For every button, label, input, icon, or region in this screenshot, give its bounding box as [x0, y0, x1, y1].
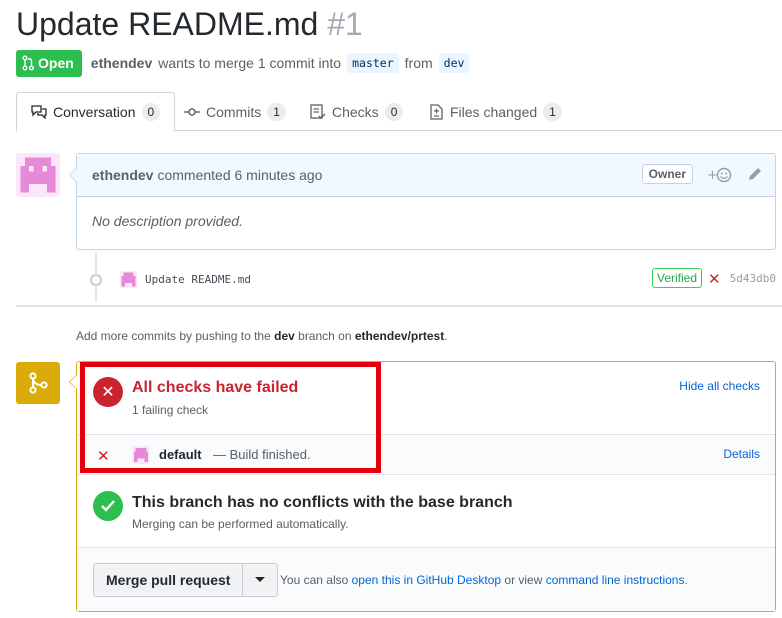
timeline-divider: [16, 305, 782, 307]
merge-button-group: Merge pull request: [93, 563, 279, 597]
comment-author-link[interactable]: ethendev: [92, 167, 153, 183]
tab-counter: 1: [543, 102, 562, 121]
check-name: default: [159, 447, 202, 462]
base-branch[interactable]: master: [347, 53, 399, 73]
svg-text:+: +: [707, 168, 718, 183]
conflict-title: This branch has no conflicts with the ba…: [132, 494, 513, 511]
conflict-status: This branch has no conflicts with the ba…: [77, 475, 775, 548]
commit-sha-link[interactable]: 5d43db0: [730, 272, 776, 285]
pr-number: #1: [327, 6, 363, 42]
tab-label: Files changed: [450, 103, 538, 120]
tab-label: Commits: [206, 103, 262, 120]
push-hint-middle: branch on: [298, 329, 352, 343]
push-hint-prefix: Add more commits by pushing to the: [76, 329, 271, 343]
merge-text: wants to merge 1 commit into: [158, 55, 342, 71]
open-in-desktop-link[interactable]: open this in GitHub Desktop: [352, 573, 501, 587]
x-icon[interactable]: ✕: [708, 270, 721, 288]
tab-label: Conversation: [53, 104, 136, 120]
checks-title: All checks have failed: [132, 379, 299, 396]
merge-hint: You can also open this in GitHub Desktop…: [280, 573, 688, 587]
x-icon: ✕: [97, 448, 110, 465]
comment-timestamp[interactable]: commented 6 minutes ago: [157, 167, 322, 183]
state-label: Open: [38, 55, 74, 71]
check-description: — Build finished.: [213, 447, 311, 462]
checks-subtitle: 1 failing check: [132, 403, 209, 417]
tab-counter: 1: [267, 102, 286, 121]
merge-hint-middle: or view: [504, 573, 543, 587]
push-hint-branch: dev: [274, 329, 295, 343]
file-diff-icon: [428, 103, 444, 120]
check-app-avatar: [132, 446, 150, 464]
add-reaction-icon[interactable]: +: [707, 167, 733, 186]
tab-checks[interactable]: Checks 0: [310, 92, 404, 131]
tab-files-changed[interactable]: Files changed 1: [428, 92, 562, 131]
comment-discussion-icon: [31, 104, 47, 120]
commit-author-avatar[interactable]: [120, 270, 137, 288]
head-branch[interactable]: dev: [438, 53, 470, 73]
hide-all-checks-link[interactable]: Hide all checks: [679, 379, 760, 393]
commit-message-link[interactable]: Update README.md: [145, 273, 251, 286]
pr-state-row: Open ethendev wants to merge 1 commit in…: [16, 49, 470, 77]
x-circle-icon: ✕: [93, 377, 123, 407]
comment-header: ethendev commented 6 minutes ago Owner +: [77, 154, 775, 197]
from-text: from: [404, 55, 433, 71]
state-badge: Open: [16, 49, 82, 77]
checks-summary: ✕ All checks have failed 1 failing check…: [77, 362, 775, 434]
git-commit-icon: [90, 274, 102, 286]
conflict-subtitle: Merging can be performed automatically.: [132, 517, 349, 531]
check-item: ✕ default — Build finished. Details: [77, 434, 775, 475]
merge-actions: Merge pull request You can also open thi…: [77, 548, 775, 611]
triangle-down-icon: [255, 577, 266, 582]
tab-commits[interactable]: Commits 1: [184, 92, 286, 131]
commit-row: Update README.md Verified ✕ 5d43db0: [120, 268, 776, 290]
verified-badge[interactable]: Verified: [652, 268, 703, 288]
push-hint-suffix: .: [444, 329, 448, 343]
git-pull-request-icon: [22, 55, 34, 71]
check-details-link[interactable]: Details: [723, 447, 760, 461]
push-hint: Add more commits by pushing to the dev b…: [76, 329, 448, 343]
tab-label: Checks: [332, 103, 379, 120]
check-circle-icon: [93, 491, 123, 521]
push-hint-repo: ethendev/prtest: [354, 329, 445, 343]
pr-description-comment: ethendev commented 6 minutes ago Owner +…: [69, 153, 776, 250]
pencil-icon[interactable]: [747, 166, 761, 185]
tab-counter: 0: [141, 103, 161, 121]
merge-hint-suffix: .: [684, 573, 688, 587]
merge-description: ethendev wants to merge 1 commit into ma…: [91, 53, 470, 73]
pr-title: Update README.md #1: [16, 6, 363, 43]
pr-tabs: Conversation 0 Commits 1 Checks 0 Files …: [16, 92, 782, 132]
git-merge-icon: [16, 362, 60, 404]
owner-badge: Owner: [641, 164, 693, 184]
tab-conversation[interactable]: Conversation 0: [16, 92, 176, 132]
merge-method-dropdown[interactable]: [243, 564, 277, 596]
pr-title-text: Update README.md: [16, 6, 319, 42]
checklist-icon: [310, 103, 326, 120]
comment-body: No description provided.: [92, 213, 243, 229]
merge-hint-prefix: You can also: [280, 573, 349, 587]
merge-pull-request-button[interactable]: Merge pull request: [94, 564, 244, 596]
command-line-instructions-link[interactable]: command line instructions: [546, 573, 685, 587]
author-avatar[interactable]: [16, 153, 60, 197]
git-commit-icon: [184, 104, 200, 120]
pr-author-link[interactable]: ethendev: [91, 55, 152, 71]
tab-counter: 0: [384, 102, 404, 121]
merge-status-box: ✕ All checks have failed 1 failing check…: [69, 361, 776, 612]
